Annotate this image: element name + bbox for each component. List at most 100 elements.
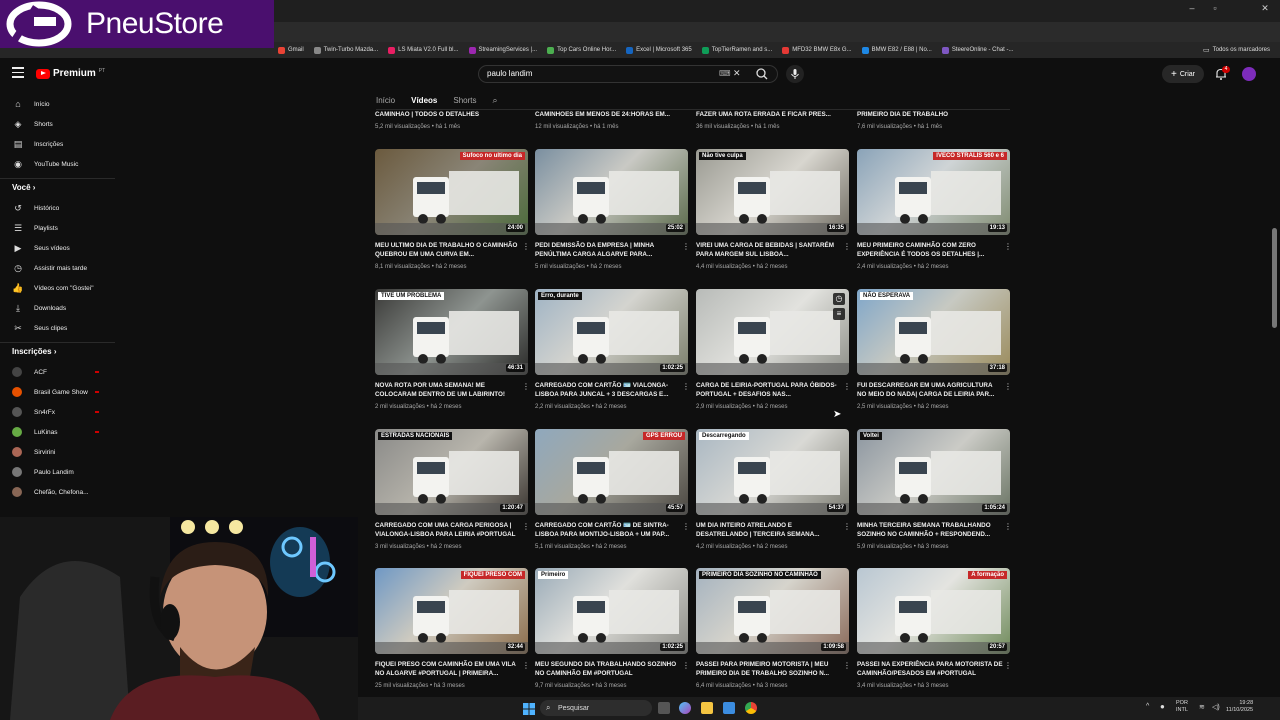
video-thumbnail[interactable]: ESTRADAS NACIONAIS 1:20:47 <box>375 429 528 515</box>
task-view-icon[interactable] <box>658 702 670 714</box>
keyboard-icon[interactable]: ⌨ <box>719 69 731 78</box>
more-actions-icon[interactable]: ⋮ <box>843 661 851 670</box>
video-title[interactable]: UM DIA INTEIRO ATRELANDO E DESATRELANDO … <box>696 521 842 539</box>
video-title[interactable]: MEU ULTIMO DIA DE TRABALHO O CAMINHÃO QU… <box>375 241 521 259</box>
tray-chevron-icon[interactable]: ^ <box>1146 703 1149 710</box>
video-card[interactable]: Não tive culpa 16:35 VIREI UMA CARGA DE BE… <box>696 149 851 270</box>
video-card[interactable]: ◷ ≡ CARGA DE LEIRIA-PORTUGAL PARA ÓBIDOS-P… <box>696 289 851 410</box>
scrollbar[interactable] <box>1272 228 1277 328</box>
file-explorer-icon[interactable] <box>701 702 713 714</box>
channel-search-icon[interactable]: ⌕ <box>492 95 497 106</box>
video-title[interactable]: CARREGADO COM UMA CARGA PERIGOSA | VIALO… <box>375 521 521 539</box>
video-card[interactable]: Voltei 1:05:24 MINHA TERCEIRA SEMANA TRABA… <box>857 429 1012 550</box>
search-button[interactable] <box>750 65 774 83</box>
video-thumbnail[interactable]: Erro, durante 1:02:25 <box>535 289 688 375</box>
video-card[interactable]: Sufoco no ultimo dia 24:00 MEU ULTIMO DIA … <box>375 149 530 270</box>
video-card[interactable]: FIQUEI PRESO COM 32:44 FIQUEI PRESO COM CA… <box>375 568 530 689</box>
tab-videos[interactable]: Vídeos <box>411 96 437 105</box>
more-actions-icon[interactable]: ⋮ <box>682 522 690 531</box>
hamburger-menu-icon[interactable] <box>12 67 24 78</box>
video-thumbnail[interactable]: Voltei 1:05:24 <box>857 429 1010 515</box>
sidebar-you-header[interactable]: Você › <box>12 183 35 192</box>
video-card[interactable]: Descarregando 54:37 UM DIA INTEIRO ATRELAN… <box>696 429 851 550</box>
more-actions-icon[interactable]: ⋮ <box>682 382 690 391</box>
wifi-icon[interactable]: ≋ <box>1199 703 1205 711</box>
video-card[interactable]: PRIMEIRO DIA SOZINHO NO CAMINHÃO 1:09:58 P… <box>696 568 851 689</box>
more-actions-icon[interactable]: ⋮ <box>1004 522 1012 531</box>
video-title[interactable]: MEU PRIMEIRO CAMINHÃO COM ZERO EXPERIÊNC… <box>857 241 1003 259</box>
sidebar-item-history[interactable]: ↺ Histórico <box>0 199 115 217</box>
bookmark-item[interactable]: Excel | Microsoft 365 <box>626 46 692 54</box>
more-actions-icon[interactable]: ⋮ <box>843 242 851 251</box>
sidebar-subscription-item[interactable]: Sn4rFx <box>0 403 115 421</box>
language-indicator[interactable]: POR INTL <box>1176 700 1188 714</box>
more-actions-icon[interactable]: ⋮ <box>682 661 690 670</box>
video-thumbnail[interactable]: NÃO ESPERAVA 37:18 <box>857 289 1010 375</box>
tab-shorts[interactable]: Shorts <box>453 96 476 105</box>
video-thumbnail[interactable]: FIQUEI PRESO COM 32:44 <box>375 568 528 654</box>
video-thumbnail[interactable]: 25:02 <box>535 149 688 235</box>
youtube-logo[interactable]: Premium PT <box>36 68 105 79</box>
video-title[interactable]: FUI DESCARREGAR EM UMA AGRICULTURA NO ME… <box>857 381 1003 399</box>
video-title[interactable]: FIQUEI PRESO COM CAMINHÃO EM UMA VILA NO… <box>375 660 521 678</box>
more-actions-icon[interactable]: ⋮ <box>1004 661 1012 670</box>
sidebar-item-playlists[interactable]: ☰ Playlists <box>0 219 115 237</box>
sidebar-subscription-item[interactable]: LuKinas <box>0 423 115 441</box>
maximize-icon[interactable]: ▫ <box>1205 3 1225 17</box>
video-card[interactable]: IVECO STRALIS 560 e 6 19:13 MEU PRIMEIRO C… <box>857 149 1012 270</box>
video-title[interactable]: MEU SEGUNDO DIA TRABALHANDO SOZINHO NO C… <box>535 660 681 678</box>
video-title[interactable]: VIREI UMA CARGA DE BEBIDAS | SANTARÉM PA… <box>696 241 842 259</box>
sidebar-subscription-item[interactable]: Sirvirini <box>0 443 115 461</box>
video-card[interactable]: TIVE UM PROBLEMA 46:31 NOVA ROTA POR UMA S… <box>375 289 530 410</box>
sidebar-subscription-item[interactable]: Brasil Game Show <box>0 383 115 401</box>
video-title[interactable]: NOVA ROTA POR UMA SEMANA! ME COLOCARAM D… <box>375 381 521 399</box>
video-title[interactable]: PRIMEIRO DIA DE TRABALHO <box>857 111 948 118</box>
sidebar-item-download[interactable]: ⤓ Downloads <box>0 299 115 317</box>
sidebar-subscription-item[interactable]: Chefão, Chefona... <box>0 483 115 501</box>
more-actions-icon[interactable]: ⋮ <box>843 522 851 531</box>
windows-start-icon[interactable] <box>523 702 535 715</box>
sidebar-subscriptions-header[interactable]: Inscrições › <box>12 347 56 356</box>
video-title[interactable]: PASSEI NA EXPERIÊNCIA PARA MOTORISTA DE … <box>857 660 1003 678</box>
sidebar-item-your-videos[interactable]: ▶ Seus vídeos <box>0 239 115 257</box>
account-avatar[interactable] <box>1242 67 1256 81</box>
sidebar-item-liked[interactable]: 👍 Vídeos com "Gostei" <box>0 279 115 297</box>
video-card[interactable]: NÃO ESPERAVA 37:18 FUI DESCARREGAR EM UMA … <box>857 289 1012 410</box>
bookmark-item[interactable]: SteereOnline - Chat -... <box>941 46 1014 54</box>
more-actions-icon[interactable]: ⋮ <box>1004 242 1012 251</box>
video-card[interactable]: A formação 20:57 PASSEI NA EXPERIÊNCIA PAR… <box>857 568 1012 689</box>
video-title[interactable]: PEDI DEMISSÃO DA EMPRESA | MINHA PENÚLTI… <box>535 241 681 259</box>
more-actions-icon[interactable]: ⋮ <box>1004 382 1012 391</box>
copilot-icon[interactable] <box>679 702 691 714</box>
bookmark-item[interactable]: Gmail <box>278 46 304 54</box>
video-title[interactable]: CARREGADO COM CARTÃO 🪪 DE SINTRA-LISBOA … <box>535 521 681 539</box>
more-actions-icon[interactable]: ⋮ <box>522 661 530 670</box>
video-thumbnail[interactable]: GPS ERROU 45:57 <box>535 429 688 515</box>
add-to-queue-icon[interactable]: ≡ <box>833 308 845 320</box>
chrome-icon[interactable] <box>745 702 757 714</box>
bookmark-item[interactable]: MFD32 BMW E8x G... <box>782 46 852 54</box>
video-title[interactable]: CARGA DE LEIRIA-PORTUGAL PARA ÓBIDOS-POR… <box>696 381 842 399</box>
video-thumbnail[interactable]: IVECO STRALIS 560 e 6 19:13 <box>857 149 1010 235</box>
more-actions-icon[interactable]: ⋮ <box>522 522 530 531</box>
sidebar-item-subscriptions[interactable]: ▤ Inscrições <box>0 135 115 153</box>
sidebar-subscription-item[interactable]: Paulo Landim <box>0 463 115 481</box>
close-window-icon[interactable]: ✕ <box>1255 3 1275 17</box>
video-thumbnail[interactable]: TIVE UM PROBLEMA 46:31 <box>375 289 528 375</box>
video-thumbnail[interactable]: ◷ ≡ <box>696 289 849 375</box>
video-title[interactable]: FAZER UMA ROTA ERRADA E FICAR PRES... <box>696 111 831 118</box>
sidebar-item-music[interactable]: ◉ YouTube Music <box>0 155 115 173</box>
clock[interactable]: 19:28 11/10/2025 <box>1226 700 1253 714</box>
video-title[interactable]: PASSEI PARA PRIMEIRO MOTORISTA | MEU PRI… <box>696 660 842 678</box>
create-button[interactable]: + Criar <box>1162 65 1204 83</box>
more-actions-icon[interactable]: ⋮ <box>522 382 530 391</box>
sidebar-item-watch-later[interactable]: ◷ Assistir mais tarde <box>0 259 115 277</box>
video-thumbnail[interactable]: PRIMEIRO DIA SOZINHO NO CAMINHÃO 1:09:58 <box>696 568 849 654</box>
sidebar-item-shorts[interactable]: ◈ Shorts <box>0 115 115 133</box>
sidebar-item-clips[interactable]: ✂ Seus clipes <box>0 319 115 337</box>
video-title[interactable]: CARREGADO COM CARTÃO 🪪 VIALONGA-LISBOA P… <box>535 381 681 399</box>
voice-search-button[interactable] <box>786 65 804 83</box>
video-card[interactable]: Erro, durante 1:02:25 CARREGADO COM CARTÃO… <box>535 289 690 410</box>
video-thumbnail[interactable]: Descarregando 54:37 <box>696 429 849 515</box>
video-title[interactable]: CAMINHAO | TODOS O DETALHES <box>375 111 479 118</box>
